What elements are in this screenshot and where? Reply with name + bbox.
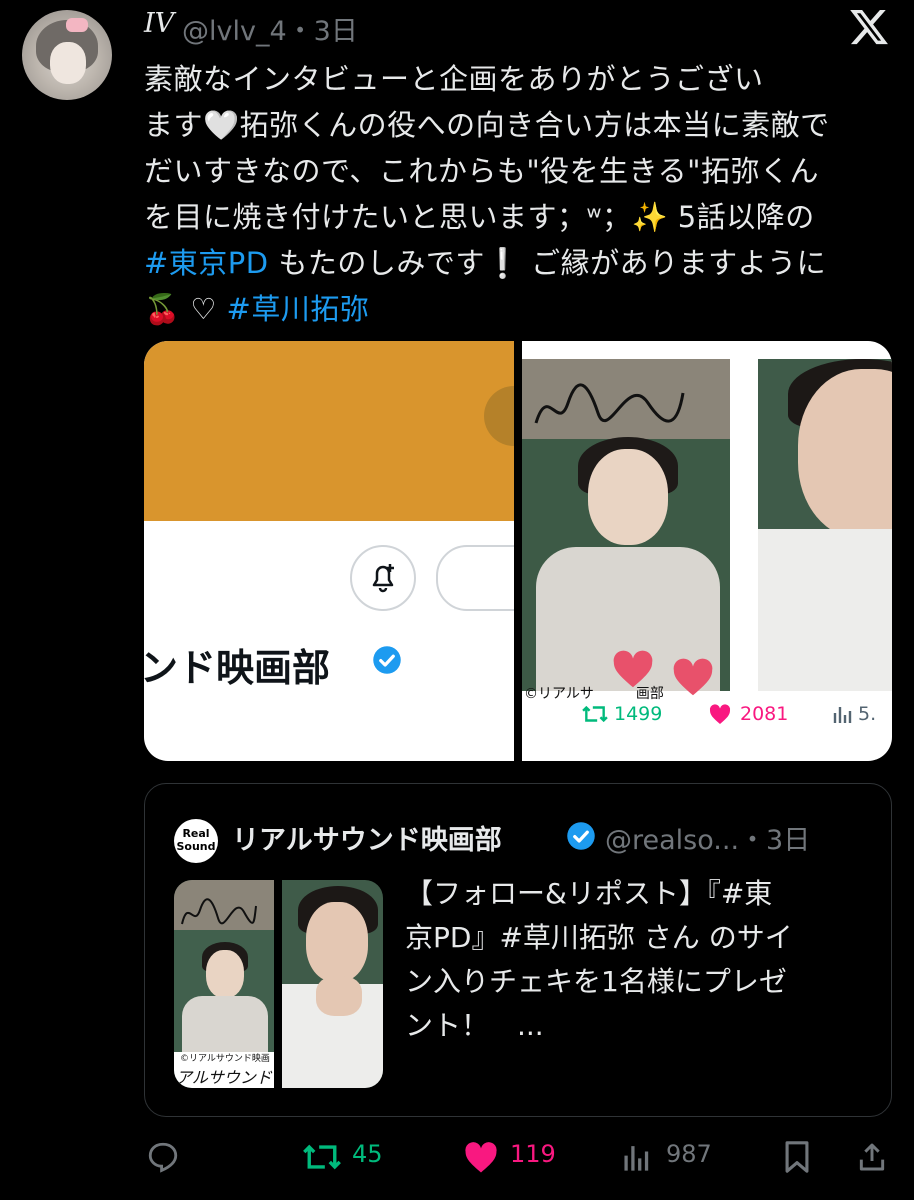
realsound-avatar[interactable]: Real Sound bbox=[174, 819, 218, 863]
like-icon bbox=[709, 704, 731, 724]
quoted-author-name[interactable]: リアルサウンド映画部 bbox=[232, 818, 502, 857]
author-avatar[interactable] bbox=[22, 10, 112, 100]
heart-sticker-icon bbox=[673, 658, 713, 696]
quoted-line: 【フォロー&リポスト】『#東 bbox=[405, 877, 773, 910]
photo-face bbox=[588, 449, 668, 545]
tweet-line: ます🤍拓弥くんの役への向き合い方は本当に素敵で bbox=[144, 108, 830, 142]
tweet-emoji: 🍒 ♡ bbox=[144, 292, 227, 326]
verified-badge-icon bbox=[567, 822, 595, 850]
profile-banner bbox=[144, 341, 514, 521]
tweet-line-text: もたのしみです❕ ご縁がありますように bbox=[268, 246, 827, 280]
quoted-tweet-text: 【フォロー&リポスト】『#東 京PD』#草川拓弥 さん のサイ ン入りチェキを1… bbox=[405, 872, 865, 1048]
share-icon[interactable] bbox=[856, 1140, 888, 1174]
notify-bell-button bbox=[350, 545, 416, 611]
verified-badge-icon bbox=[373, 646, 401, 674]
author-display-name[interactable]: 𝐼𝑉 bbox=[144, 8, 174, 39]
quoted-line: ント！ ... bbox=[405, 1009, 544, 1042]
views-icon[interactable] bbox=[622, 1140, 652, 1174]
views-icon bbox=[833, 707, 852, 723]
tweet-line: 🍒 ♡ #草川拓弥 bbox=[144, 286, 904, 332]
retweet-count: 1499 bbox=[614, 703, 663, 725]
portrait-shirt bbox=[758, 529, 892, 691]
x-logo-icon[interactable] bbox=[848, 6, 890, 48]
retweet-icon bbox=[582, 705, 608, 723]
tweet-text: 素敵なインタビューと企画をありがとうござい ます🤍拓弥くんの役への向き合い方は本… bbox=[144, 56, 904, 332]
photo-caption-start: ©リアルサ bbox=[524, 686, 594, 702]
logo-text: Real bbox=[182, 827, 210, 840]
signature-icon bbox=[181, 898, 257, 925]
tweet-media[interactable]: ンド映画部 ©リアルサ 画部 1499 2081 5. bbox=[144, 341, 892, 761]
hand bbox=[316, 976, 362, 1016]
portrait-photo bbox=[758, 359, 892, 691]
author-handle-time[interactable]: @lvlv_4・3日 bbox=[182, 9, 358, 48]
bookmark-icon[interactable] bbox=[782, 1140, 812, 1174]
face bbox=[206, 950, 244, 998]
avatar-face bbox=[50, 42, 86, 84]
logo-text: Sound bbox=[176, 840, 216, 853]
like-count: 2081 bbox=[740, 703, 789, 725]
tweet-line: 素敵なインタビューと企画をありがとうござい bbox=[144, 62, 764, 96]
channel-name-text: ンド映画部 bbox=[144, 646, 331, 690]
caption-text: ©リアルサウンド映画 bbox=[180, 1054, 270, 1064]
tweet-line: #東京PD もたのしみです❕ ご縁がありますように bbox=[144, 240, 904, 286]
hashtag-link[interactable]: #東京PD bbox=[144, 246, 269, 280]
retweet-icon[interactable] bbox=[302, 1140, 342, 1174]
media-screenshot-profile[interactable]: ンド映画部 bbox=[144, 341, 560, 761]
media-divider bbox=[514, 341, 522, 761]
media-screenshot-photos[interactable]: ©リアルサ 画部 1499 2081 5. bbox=[522, 341, 892, 761]
views-count[interactable]: 987 bbox=[666, 1140, 712, 1168]
retweet-count[interactable]: 45 bbox=[352, 1140, 383, 1168]
hashtag-link[interactable]: #草川拓弥 bbox=[227, 292, 370, 326]
caption-handwritten: アルサウンド bbox=[176, 1068, 272, 1087]
signature-icon bbox=[534, 383, 685, 424]
quoted-image-polaroid[interactable]: ©リアルサウンド映画 アルサウンド bbox=[174, 880, 274, 1088]
quoted-line: ン入りチェキを1名様にプレゼ bbox=[405, 965, 787, 998]
quoted-image-portrait[interactable] bbox=[282, 880, 383, 1088]
like-count[interactable]: 119 bbox=[510, 1140, 556, 1168]
tweet-line: だいすきなので、これからも"役を生きる"拓弥くん bbox=[144, 154, 819, 188]
tweet-line: を目に焼き付けたいと思います；ʷ；✨ 5話以降の bbox=[144, 200, 815, 234]
avatar-bow bbox=[66, 18, 88, 32]
reply-icon[interactable] bbox=[146, 1140, 180, 1174]
quoted-handle-time[interactable]: @realso...・3日 bbox=[605, 818, 810, 857]
heart-sticker-icon bbox=[613, 650, 653, 688]
face bbox=[306, 902, 368, 982]
bell-plus-icon bbox=[372, 564, 394, 593]
views-count: 5. bbox=[858, 703, 877, 725]
quoted-line: 京PD』#草川拓弥 さん のサイ bbox=[405, 921, 793, 954]
like-icon[interactable] bbox=[462, 1140, 500, 1174]
coat bbox=[182, 996, 268, 1052]
